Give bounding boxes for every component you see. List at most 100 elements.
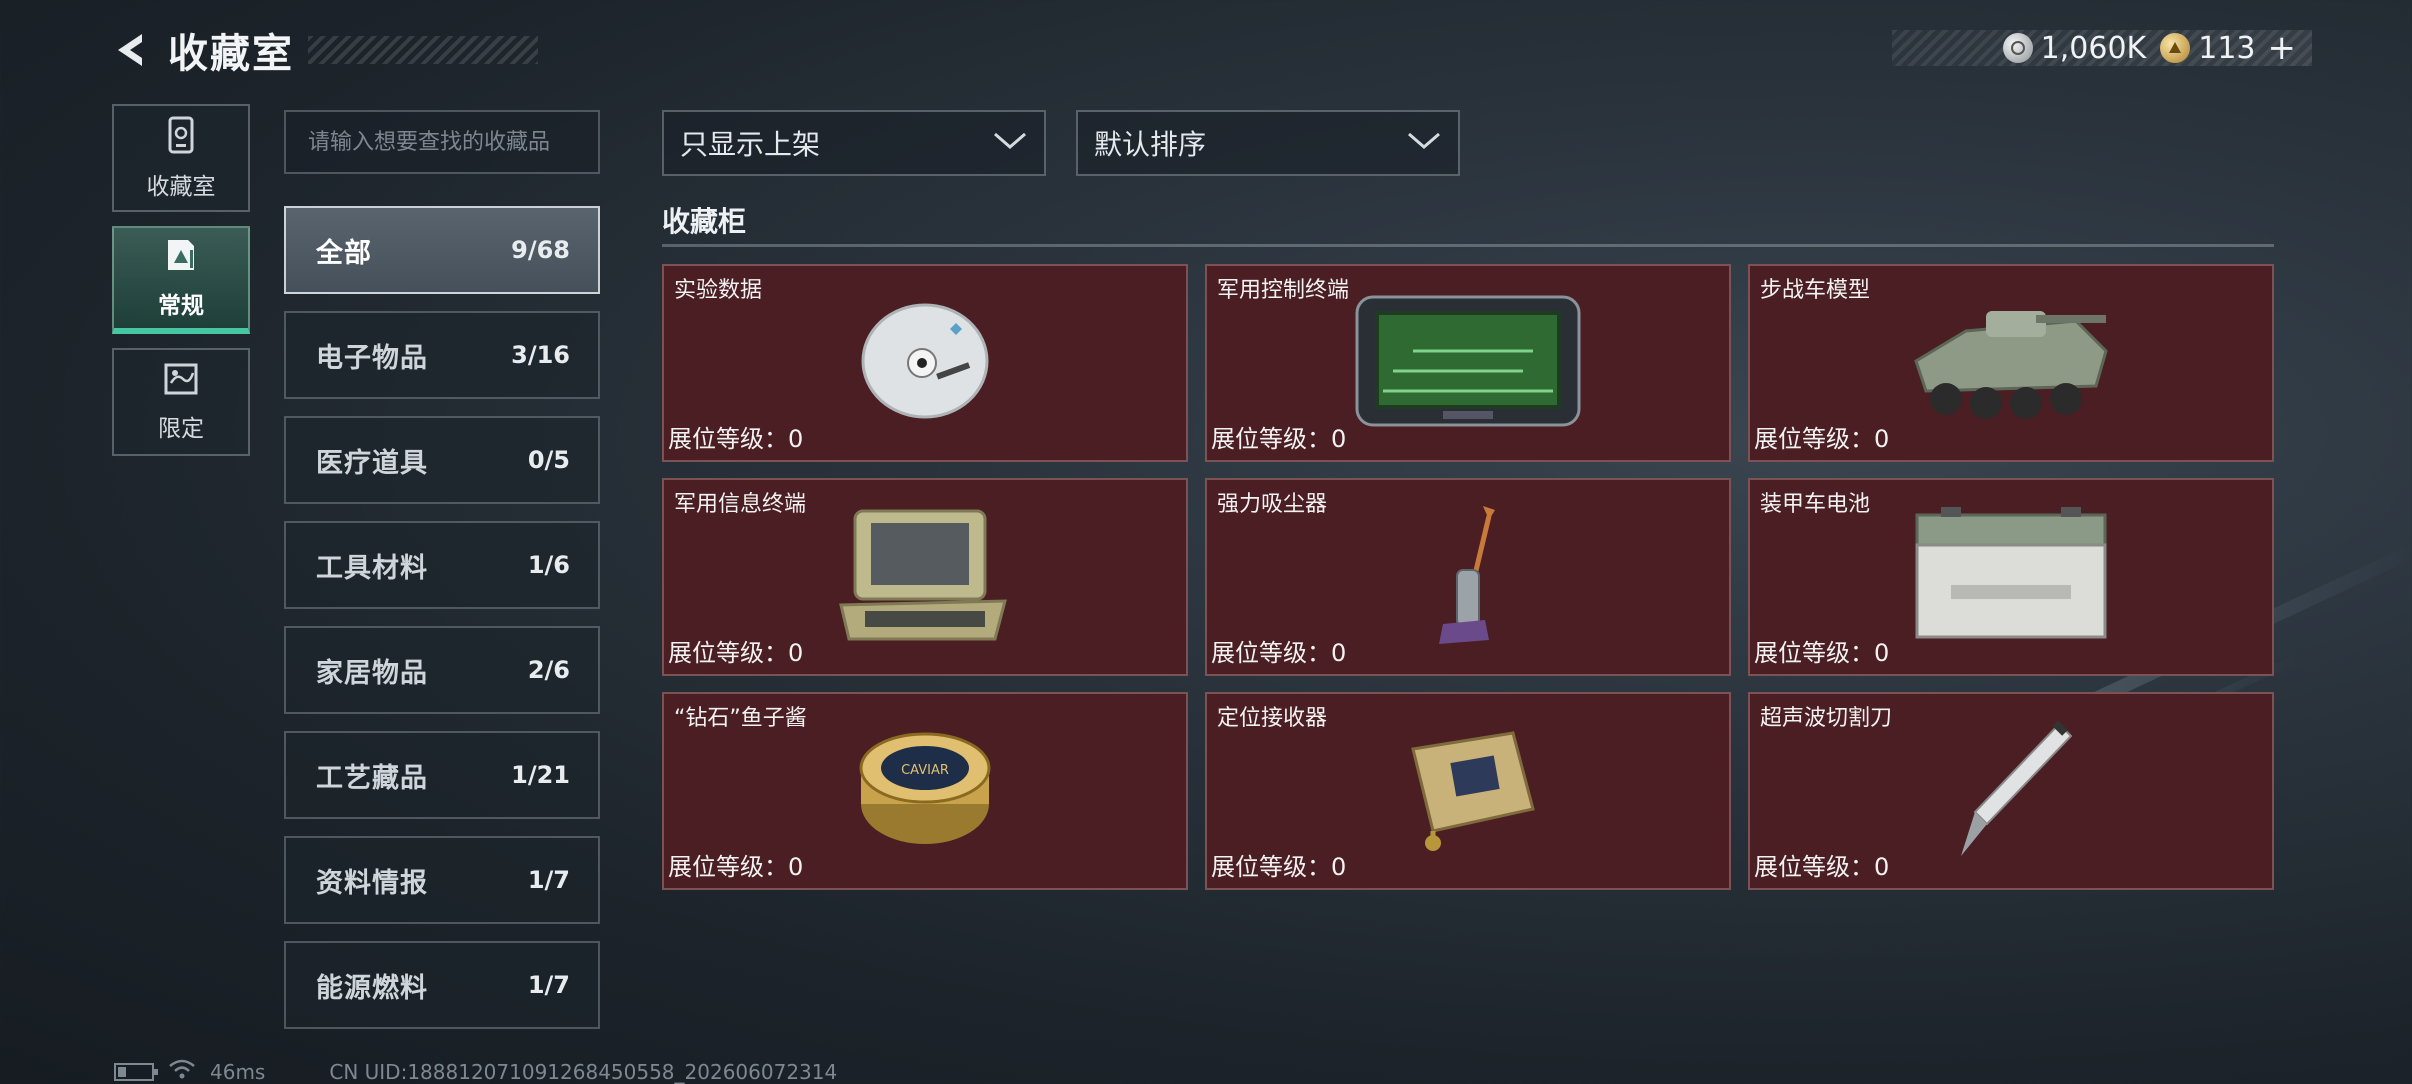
sort-value: 默认排序 — [1094, 128, 1207, 161]
wifi-icon — [168, 1058, 196, 1084]
category-name: 资料情报 — [316, 867, 428, 899]
item-name: 强力吸尘器 — [1217, 492, 1328, 517]
category-count: 0/5 — [527, 446, 570, 474]
caviar-tin-icon: CAVIAR — [855, 724, 995, 858]
caviar-label: CAVIAR — [901, 763, 949, 778]
collection-card[interactable]: 实验数据 展位等级：0 — [662, 264, 1188, 462]
rail-item-regular[interactable]: 常规 — [112, 226, 250, 334]
rail-item-collection-room[interactable]: 收藏室 — [112, 104, 250, 212]
silver-currency: 1,060K — [2002, 30, 2147, 66]
silver-coin-icon — [2002, 33, 2033, 63]
page-title: 收藏室 — [168, 31, 294, 77]
collection-grid: 实验数据 展位等级：0 军用控制终端 展位等级：0 步战车模型 展位等级：0 军… — [662, 264, 2274, 890]
battery-status-icon — [114, 1062, 158, 1081]
rail-item-limited[interactable]: 限定 — [112, 348, 250, 456]
collection-card[interactable]: 超声波切割刀 展位等级：0 — [1748, 692, 2274, 890]
rail-label: 限定 — [158, 416, 204, 442]
uid-text: CN UID:18881207109126845055​8_2026060723… — [329, 1059, 838, 1084]
item-name: 实验数据 — [674, 278, 763, 303]
category-count: 1/6 — [527, 551, 570, 579]
ping-text: 46ms — [210, 1059, 266, 1084]
rail-label: 收藏室 — [146, 174, 216, 200]
category-item-household[interactable]: 家居物品 2/6 — [284, 626, 600, 714]
category-count: 3/16 — [511, 341, 570, 369]
category-item-medical[interactable]: 医疗道具 0/5 — [284, 416, 600, 504]
cutter-knife-icon — [1941, 714, 2081, 868]
sort-dropdown[interactable]: 默认排序 — [1076, 110, 1460, 176]
category-list: 全部 9/68 电子物品 3/16 医疗道具 0/5 工具材料 1/6 家居物品… — [284, 206, 600, 1046]
category-name: 工具材料 — [316, 552, 428, 584]
display-level: 展位等级：0 — [668, 853, 804, 881]
display-level: 展位等级：0 — [1754, 425, 1890, 453]
document-icon — [164, 236, 198, 278]
currency-bar: 1,060K 113 + — [1892, 28, 2312, 68]
category-count: 1/7 — [527, 971, 570, 999]
chevron-down-icon — [1406, 131, 1442, 155]
category-name: 医疗道具 — [316, 447, 428, 479]
category-name: 家居物品 — [316, 657, 428, 689]
category-item-all[interactable]: 全部 9/68 — [284, 206, 600, 294]
item-name: 军用信息终端 — [674, 492, 807, 517]
item-name: 超声波切割刀 — [1760, 706, 1893, 731]
gps-receiver-icon — [1393, 719, 1543, 863]
side-rail: 收藏室 常规 限定 — [112, 104, 250, 470]
collection-card[interactable]: 军用控制终端 展位等级：0 — [1205, 264, 1731, 462]
section-title: 收藏柜 — [662, 205, 747, 238]
display-level: 展位等级：0 — [1211, 639, 1347, 667]
item-name: 定位接收器 — [1217, 706, 1328, 731]
collection-card[interactable]: “钻石”鱼子酱 CAVIAR 展位等级：0 — [662, 692, 1188, 890]
category-name: 工艺藏品 — [316, 762, 428, 794]
building-icon — [164, 115, 198, 159]
category-name: 全部 — [316, 237, 372, 269]
category-item-intel[interactable]: 资料情报 1/7 — [284, 836, 600, 924]
display-level: 展位等级：0 — [1211, 425, 1347, 453]
category-name: 电子物品 — [316, 342, 428, 374]
title-decoration — [308, 36, 538, 64]
category-count: 2/6 — [527, 656, 570, 684]
category-count: 9/68 — [511, 236, 570, 264]
collection-card[interactable]: 定位接收器 展位等级：0 — [1205, 692, 1731, 890]
category-name: 能源燃料 — [316, 972, 428, 1004]
battery-icon — [1911, 505, 2111, 649]
header: 收藏室 — [110, 22, 538, 78]
vacuum-icon — [1423, 500, 1513, 654]
silver-amount: 1,060K — [2040, 30, 2147, 66]
filter-value: 只显示上架 — [680, 128, 821, 161]
laptop-case-icon — [835, 505, 1015, 649]
gold-currency: 113 + — [2160, 28, 2296, 68]
item-name: 军用控制终端 — [1217, 278, 1350, 303]
item-name: “钻石”鱼子酱 — [674, 706, 807, 731]
category-item-tools[interactable]: 工具材料 1/6 — [284, 521, 600, 609]
category-item-electronics[interactable]: 电子物品 3/16 — [284, 311, 600, 399]
disc-icon — [860, 301, 990, 425]
category-count: 1/7 — [527, 866, 570, 894]
category-item-energy[interactable]: 能源燃料 1/7 — [284, 941, 600, 1029]
chevron-down-icon — [992, 131, 1028, 155]
map-icon — [163, 361, 199, 401]
status-footer: 46ms CN UID:18881207109126845055​8_20260… — [114, 1058, 837, 1084]
add-currency-icon[interactable]: + — [2268, 28, 2297, 68]
display-level: 展位等级：0 — [668, 639, 804, 667]
back-arrow-icon[interactable] — [110, 28, 154, 72]
tank-model-icon — [1906, 291, 2116, 435]
gold-amount: 113 — [2198, 30, 2256, 66]
display-level: 展位等级：0 — [1754, 853, 1890, 881]
gold-coin-icon — [2160, 33, 2191, 63]
rail-label: 常规 — [158, 293, 204, 319]
search-box — [284, 110, 600, 174]
terminal-icon — [1353, 291, 1583, 435]
collection-card[interactable]: 步战车模型 展位等级：0 — [1748, 264, 2274, 462]
collection-card[interactable]: 强力吸尘器 展位等级：0 — [1205, 478, 1731, 676]
display-level: 展位等级：0 — [1754, 639, 1890, 667]
filter-dropdown[interactable]: 只显示上架 — [662, 110, 1046, 176]
item-name: 步战车模型 — [1760, 278, 1871, 303]
item-name: 装甲车电池 — [1760, 492, 1871, 517]
category-count: 1/21 — [511, 761, 570, 789]
collection-card[interactable]: 装甲车电池 展位等级：0 — [1748, 478, 2274, 676]
display-level: 展位等级：0 — [668, 425, 804, 453]
search-input[interactable] — [308, 129, 576, 155]
collection-card[interactable]: 军用信息终端 展位等级：0 — [662, 478, 1188, 676]
category-item-crafts[interactable]: 工艺藏品 1/21 — [284, 731, 600, 819]
section-divider — [662, 244, 2274, 247]
display-level: 展位等级：0 — [1211, 853, 1347, 881]
